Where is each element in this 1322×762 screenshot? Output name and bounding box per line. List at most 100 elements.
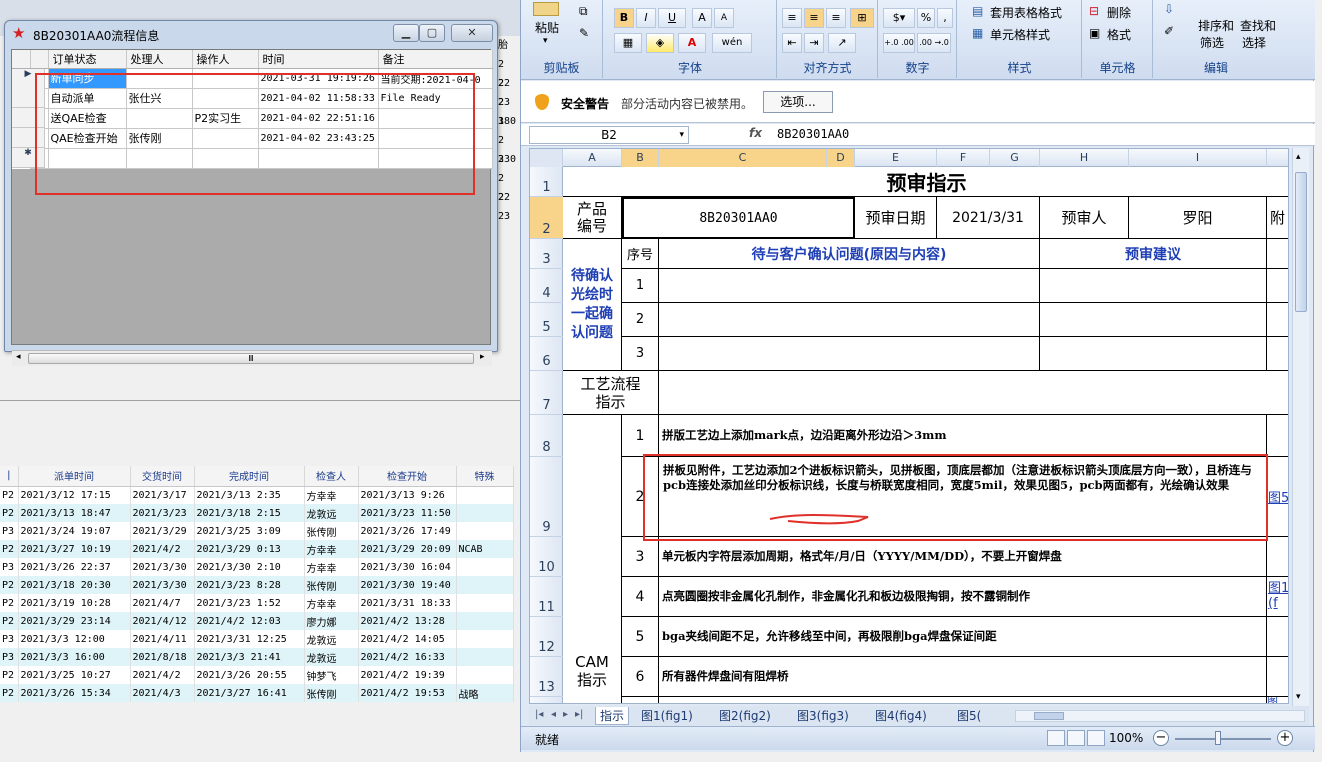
attachment-label[interactable]: 附 xyxy=(1267,197,1288,239)
insert-function-button[interactable]: fx xyxy=(749,126,762,140)
table-cell[interactable]: 方幸幸 xyxy=(304,594,359,612)
prev-sheet-icon[interactable]: ◂ xyxy=(551,709,556,720)
table-cell[interactable]: 龙敦远 xyxy=(304,630,359,648)
orientation-icon[interactable]: ↗ xyxy=(828,33,856,53)
format-painter-icon[interactable]: ✎ xyxy=(579,26,589,40)
instruction-text[interactable]: 所有器件焊盘间有阻焊桥 xyxy=(659,657,1267,697)
instruction-link[interactable] xyxy=(1267,537,1288,577)
reviewer-cell[interactable]: 罗阳 xyxy=(1129,197,1267,239)
table-row[interactable]: P3 2021/3/3 16:00 2021/8/18 2021/3/3 21:41 龙… xyxy=(0,648,514,666)
paste-icon[interactable] xyxy=(533,2,559,16)
horizontal-scrollbar[interactable]: ◂ Ⅲ ▸ xyxy=(12,350,492,366)
italic-button[interactable]: I xyxy=(636,8,656,28)
minimize-button[interactable]: ▁ xyxy=(393,24,419,42)
close-button[interactable]: ✕ xyxy=(451,24,493,42)
table-cell[interactable]: 2021/4/2 xyxy=(130,540,195,558)
table-cell[interactable]: 2021/3/23 1:52 xyxy=(194,594,305,612)
table-cell[interactable]: 战略 xyxy=(456,684,514,702)
table-cell[interactable] xyxy=(456,504,514,522)
table-format-button[interactable]: 套用表格格式 xyxy=(990,4,1062,21)
table-cell[interactable]: 2021/3/25 3:09 xyxy=(194,522,305,540)
table-cell[interactable]: 2021/3/3 21:41 xyxy=(194,648,305,666)
instruction-link[interactable] xyxy=(1267,415,1288,457)
column-header[interactable]: 时间 xyxy=(258,50,379,69)
page-break-view-icon[interactable] xyxy=(1087,730,1105,746)
percent-button[interactable]: % xyxy=(917,8,935,28)
table-row[interactable]: P2 2021/3/29 23:14 2021/4/12 2021/4/2 12:03… xyxy=(0,612,514,630)
table-cell[interactable] xyxy=(456,486,514,504)
table-cell[interactable] xyxy=(456,594,514,612)
table-cell[interactable]: 2021/3/23 11:50 xyxy=(358,504,457,522)
table-cell[interactable]: 2021/3/27 10:19 xyxy=(18,540,131,558)
column-header[interactable]: 派单时间 xyxy=(18,466,131,487)
table-cell[interactable]: 2021/4/2 13:28 xyxy=(358,612,457,630)
column-header[interactable]: 检查人 xyxy=(304,466,359,487)
zoom-slider[interactable] xyxy=(1175,738,1271,740)
sheet-title[interactable]: 预审指示 xyxy=(563,167,1288,197)
row-header-5[interactable]: 5 xyxy=(530,303,563,337)
column-header-d[interactable]: D xyxy=(827,149,855,167)
instruction-text[interactable]: 拼版工艺边上添加mark点，边沿距离外形边沿＞3mm xyxy=(659,415,1267,457)
row-header-13[interactable]: 13 xyxy=(530,657,563,697)
sheet-tab[interactable]: 指示 xyxy=(595,707,630,725)
table-cell[interactable]: 2021/3/29 xyxy=(130,522,195,540)
table-cell[interactable]: P2 xyxy=(0,540,19,558)
instruction-link[interactable] xyxy=(1267,617,1288,657)
table-cell[interactable]: 2021/3/26 22:37 xyxy=(18,558,131,576)
table-cell[interactable]: 2021/3/31 18:33 xyxy=(358,594,457,612)
instruction-no[interactable]: 5 xyxy=(622,617,659,657)
table-cell[interactable]: 2021/3/30 xyxy=(130,576,195,594)
table-row[interactable]: P2 2021/3/19 10:28 2021/4/7 2021/3/23 1:52 方… xyxy=(0,594,514,612)
issue-cell[interactable] xyxy=(659,269,1040,303)
column-header-g[interactable]: G xyxy=(990,149,1040,167)
table-cell[interactable]: 龙敦远 xyxy=(304,648,359,666)
row-header-11[interactable]: 11 xyxy=(530,577,563,617)
instruction-no[interactable]: 6 xyxy=(622,657,659,697)
column-header[interactable]: 订单状态 xyxy=(48,50,127,69)
instruction-link[interactable] xyxy=(1267,657,1288,697)
table-cell[interactable]: 2021/3/13 9:26 xyxy=(358,486,457,504)
table-cell[interactable]: 张传刚 xyxy=(304,684,359,702)
scroll-up-arrow-icon[interactable]: ▴ xyxy=(1296,152,1301,162)
table-cell[interactable]: 2021/3/26 15:34 xyxy=(18,684,131,702)
row-header-8[interactable]: 8 xyxy=(530,415,563,457)
table-row[interactable]: P2 2021/3/13 18:47 2021/3/23 2021/3/18 2:15… xyxy=(0,504,514,522)
table-row[interactable]: P2 2021/3/25 10:27 2021/4/2 2021/3/26 20:55… xyxy=(0,666,514,684)
scroll-down-arrow-icon[interactable]: ▾ xyxy=(1296,692,1301,702)
table-cell[interactable]: P2 xyxy=(0,486,19,504)
instruction-text[interactable]: bga夹线间距不足，允许移线至中间，再极限削bga焊盘保证间距 xyxy=(659,617,1267,657)
instruction-no[interactable]: 3 xyxy=(622,537,659,577)
empty-cell[interactable] xyxy=(1267,337,1288,371)
table-cell[interactable]: 方幸幸 xyxy=(304,540,359,558)
table-cell[interactable]: 张传刚 xyxy=(304,522,359,540)
delete-button[interactable]: 删除 xyxy=(1107,4,1131,21)
table-cell[interactable]: P2 xyxy=(0,612,19,630)
table-row[interactable]: P3 2021/3/3 12:00 2021/4/11 2021/3/31 12:25… xyxy=(0,630,514,648)
empty-cell[interactable] xyxy=(1267,303,1288,337)
table-row[interactable]: P2 2021/3/26 15:34 2021/4/3 2021/3/27 16:41… xyxy=(0,684,514,702)
table-cell[interactable]: 2021/3/23 xyxy=(130,504,195,522)
sort-filter-button[interactable]: 排序和 xyxy=(1198,17,1234,34)
sheet-tab[interactable]: 图2(fig2) xyxy=(719,707,771,725)
column-header-h[interactable]: H xyxy=(1040,149,1129,167)
sheet-content[interactable]: 预审指示 产品 编号 8B20301AA0 预审日期 2021/3/31 预审人… xyxy=(563,167,1288,703)
zoom-level[interactable]: 100% xyxy=(1109,731,1143,745)
row-header-3[interactable]: 3 xyxy=(530,239,563,269)
review-date-cell[interactable]: 2021/3/31 xyxy=(937,197,1040,239)
table-cell[interactable]: 2021/3/3 12:00 xyxy=(18,630,131,648)
table-row[interactable]: P2 2021/3/18 20:30 2021/3/30 2021/3/23 8:28… xyxy=(0,576,514,594)
issues-header[interactable]: 待与客户确认问题(原因与内容) xyxy=(659,239,1040,269)
normal-view-icon[interactable] xyxy=(1047,730,1065,746)
row-header-10[interactable]: 10 xyxy=(530,537,563,577)
sheet-tab[interactable]: 图5( xyxy=(957,707,981,725)
table-cell[interactable]: 2021/4/2 xyxy=(130,666,195,684)
fill-color-button[interactable]: ◈ xyxy=(646,33,674,53)
table-cell[interactable]: 2021/4/2 12:03 xyxy=(194,612,305,630)
scrollbar-thumb[interactable] xyxy=(1034,712,1064,720)
table-cell[interactable]: P3 xyxy=(0,522,19,540)
sheet-tab[interactable]: 图1(fig1) xyxy=(641,707,693,725)
suggestion-cell[interactable] xyxy=(1040,269,1267,303)
table-cell[interactable]: 2021/3/17 xyxy=(130,486,195,504)
suggestion-cell[interactable] xyxy=(1040,303,1267,337)
table-cell[interactable]: 2021/3/19 10:28 xyxy=(18,594,131,612)
